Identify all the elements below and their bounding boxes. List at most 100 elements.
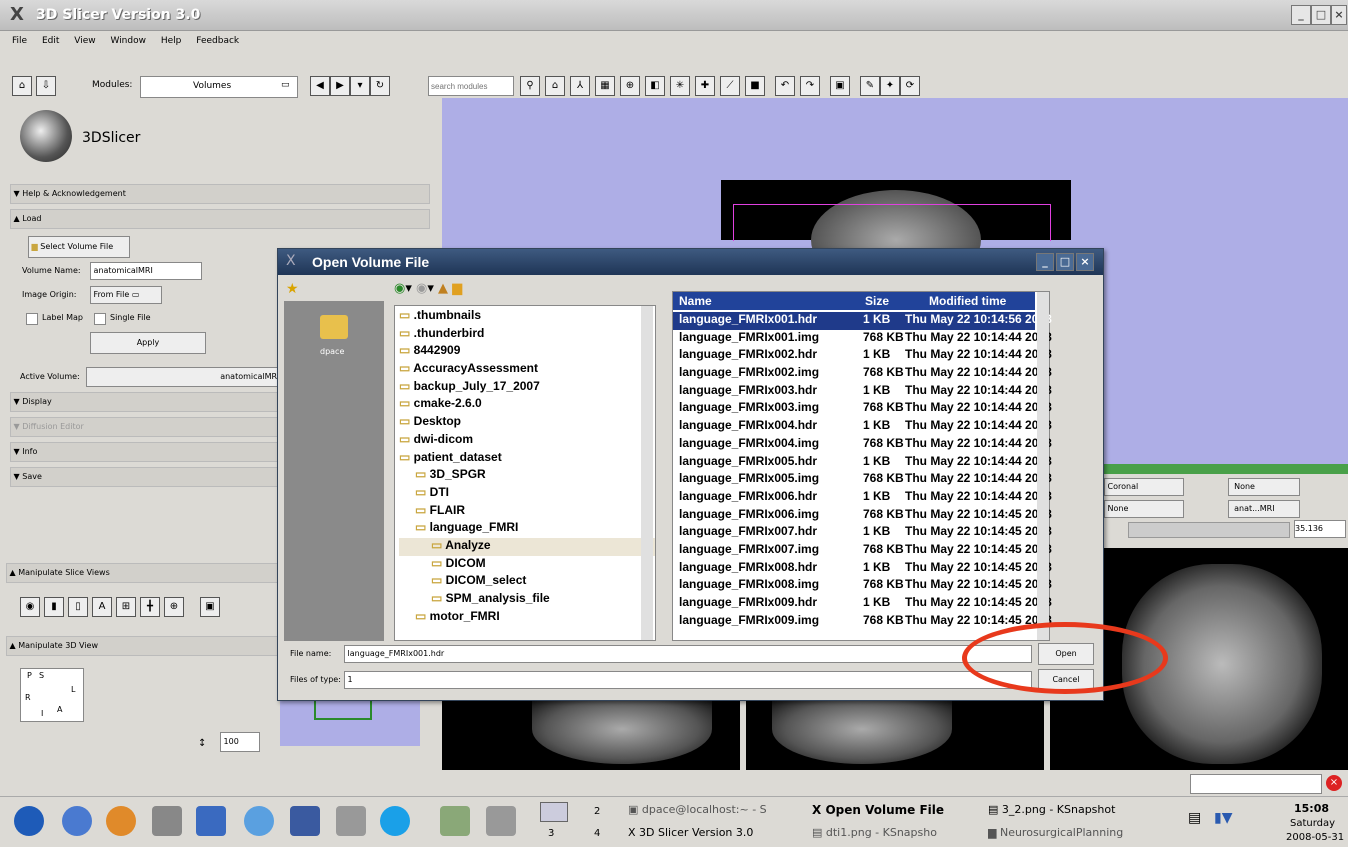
dir-item[interactable]: ▭ backup_July_17_2007 bbox=[399, 379, 655, 397]
dir-item[interactable]: ▭ dwi-dicom bbox=[399, 432, 655, 450]
single-file-checkbox[interactable] bbox=[94, 313, 106, 325]
editor-icon[interactable]: ✚ bbox=[695, 76, 715, 96]
firefox-icon[interactable] bbox=[106, 806, 136, 836]
dir-item[interactable]: ▭ Desktop bbox=[399, 414, 655, 432]
dir-item[interactable]: ▭ motor_FMRI bbox=[399, 609, 655, 627]
slice-green-icon[interactable]: ▯ bbox=[68, 597, 88, 617]
minimize-button[interactable]: _ bbox=[1291, 5, 1311, 25]
file-row[interactable]: language_FMRIx008.hdr 1 KB Thu May 22 10:1… bbox=[673, 560, 1052, 578]
file-row[interactable]: language_FMRIx001.img 768 KB Thu May 22 10… bbox=[673, 330, 1052, 348]
menu-help[interactable]: Help bbox=[161, 36, 182, 46]
file-row[interactable]: language_FMRIx004.img 768 KB Thu May 22 10… bbox=[673, 436, 1052, 454]
dir-item[interactable]: ▭ SPM_analysis_file bbox=[399, 591, 655, 609]
slice-spacing-icon[interactable]: ⊕ bbox=[164, 597, 184, 617]
file-row[interactable]: language_FMRIx002.hdr 1 KB Thu May 22 10:1… bbox=[673, 347, 1052, 365]
dir-item[interactable]: ▭ 3D_SPGR bbox=[399, 467, 655, 485]
file-row[interactable]: language_FMRIx009.hdr 1 KB Thu May 22 10:1… bbox=[673, 595, 1052, 613]
measure-icon[interactable]: ⟋ bbox=[720, 76, 740, 96]
dir-item[interactable]: ▭ patient_dataset bbox=[399, 450, 655, 468]
task-terminal[interactable]: ▣ dpace@localhost:~ - S bbox=[628, 803, 808, 821]
prev-module-button[interactable]: ◀ bbox=[310, 76, 330, 96]
next-module-button[interactable]: ▶ bbox=[330, 76, 350, 96]
network-icon[interactable]: ▮▼ bbox=[1214, 810, 1250, 830]
filename-input[interactable]: language_FMRIx001.hdr bbox=[344, 645, 1032, 663]
slice-slider[interactable] bbox=[1128, 522, 1290, 538]
task-slicer[interactable]: X 3D Slicer Version 3.0 bbox=[628, 826, 808, 844]
bookmark-star-icon[interactable]: ★ bbox=[286, 281, 299, 297]
slice-link-icon[interactable]: ▣ bbox=[200, 597, 220, 617]
rotate-view-icon[interactable]: ⟳ bbox=[900, 76, 920, 96]
volumes-icon[interactable]: ▦ bbox=[595, 76, 615, 96]
file-row[interactable]: language_FMRIx008.img 768 KB Thu May 22 10… bbox=[673, 577, 1052, 595]
module-history-button[interactable]: ▾ bbox=[350, 76, 370, 96]
file-row[interactable]: language_FMRIx007.hdr 1 KB Thu May 22 10:1… bbox=[673, 524, 1052, 542]
dir-item[interactable]: ▭ cmake-2.6.0 bbox=[399, 396, 655, 414]
task-dti[interactable]: ▤ dti1.png - KSnapsho bbox=[812, 826, 988, 844]
home-icon[interactable]: ⌂ bbox=[12, 76, 32, 96]
label-map-checkbox[interactable] bbox=[26, 313, 38, 325]
bookmark-dpace[interactable]: dpace bbox=[320, 347, 344, 356]
file-row[interactable]: language_FMRIx004.hdr 1 KB Thu May 22 10:1… bbox=[673, 418, 1052, 436]
fiducial-place-icon[interactable]: ✎ bbox=[860, 76, 880, 96]
menu-window[interactable]: Window bbox=[110, 36, 146, 46]
clock-time[interactable]: 15:08 bbox=[1294, 802, 1329, 815]
settings-icon[interactable] bbox=[336, 806, 366, 836]
filetype-select[interactable]: 1 bbox=[344, 671, 1032, 689]
close-button[interactable]: × bbox=[1331, 5, 1347, 25]
file-row[interactable]: language_FMRIx007.img 768 KB Thu May 22 10… bbox=[673, 542, 1052, 560]
dir-item[interactable]: ▭ 8442909 bbox=[399, 343, 655, 361]
colors-icon[interactable]: ■ bbox=[745, 76, 765, 96]
file-row[interactable]: language_FMRIx005.img 768 KB Thu May 22 10… bbox=[673, 471, 1052, 489]
home-folder-icon[interactable] bbox=[440, 806, 470, 836]
bg-select[interactable]: anat...MRI bbox=[1228, 500, 1300, 518]
new-folder-icon[interactable]: ▆ bbox=[452, 281, 462, 296]
load-section-header[interactable]: ▲ Load bbox=[10, 209, 430, 229]
menu-edit[interactable]: Edit bbox=[42, 36, 59, 46]
models-icon[interactable]: ⊕ bbox=[620, 76, 640, 96]
zoom-input[interactable]: 100 bbox=[220, 732, 260, 752]
fedora-icon[interactable] bbox=[14, 806, 44, 836]
redo-icon[interactable]: ↷ bbox=[800, 76, 820, 96]
file-row[interactable]: language_FMRIx003.img 768 KB Thu May 22 10… bbox=[673, 400, 1052, 418]
orientation-select[interactable]: Coronal bbox=[1104, 478, 1184, 496]
slice-annotate-icon[interactable]: A bbox=[92, 597, 112, 617]
maximize-button[interactable]: □ bbox=[1311, 5, 1331, 25]
file-row[interactable]: language_FMRIx006.img 768 KB Thu May 22 10… bbox=[673, 507, 1052, 525]
dir-item[interactable]: ▭ DTI bbox=[399, 485, 655, 503]
image-origin-select[interactable]: From File ▭ bbox=[90, 286, 162, 304]
forward-icon[interactable]: ◉ bbox=[416, 281, 427, 296]
pick-icon[interactable]: ✦ bbox=[880, 76, 900, 96]
desktop-3[interactable]: 3 bbox=[548, 828, 554, 839]
volume-name-input[interactable]: anatomicalMRI bbox=[90, 262, 202, 280]
files-icon[interactable] bbox=[196, 806, 226, 836]
dir-item[interactable]: ▭ DICOM bbox=[399, 556, 655, 574]
transforms-icon[interactable]: ◧ bbox=[645, 76, 665, 96]
desktop-2[interactable]: 2 bbox=[594, 806, 600, 817]
task-ksnapshot[interactable]: ▤ 3_2.png - KSnapshot bbox=[988, 803, 1158, 821]
clipboard-icon[interactable]: ▤ bbox=[1188, 810, 1206, 830]
file-scrollbar[interactable] bbox=[1037, 292, 1049, 640]
menu-view[interactable]: View bbox=[74, 36, 95, 46]
dir-item[interactable]: ▭ .thumbnails bbox=[399, 308, 655, 326]
col-modified[interactable]: Modified time bbox=[929, 292, 1006, 310]
label-select[interactable]: None bbox=[1104, 500, 1184, 518]
layout-icon[interactable]: ▣ bbox=[830, 76, 850, 96]
back-icon[interactable]: ◉ bbox=[394, 281, 405, 296]
desktop-4[interactable]: 4 bbox=[594, 828, 600, 839]
slice-cross-icon[interactable]: ╋ bbox=[140, 597, 160, 617]
forward-dropdown-icon[interactable]: ▾ bbox=[427, 281, 434, 296]
dialog-close-button[interactable]: × bbox=[1076, 253, 1094, 271]
back-dropdown-icon[interactable]: ▾ bbox=[405, 281, 412, 296]
search-input[interactable] bbox=[428, 76, 514, 96]
dir-item[interactable]: ▭ FLAIR bbox=[399, 503, 655, 521]
fg-select[interactable]: None bbox=[1228, 478, 1300, 496]
dialog-maximize-button[interactable]: □ bbox=[1056, 253, 1074, 271]
desktop-1[interactable] bbox=[540, 802, 568, 822]
slice-grid-icon[interactable]: ⊞ bbox=[116, 597, 136, 617]
slice-layout-icon[interactable]: ▮ bbox=[44, 597, 64, 617]
dialog-minimize-button[interactable]: _ bbox=[1036, 253, 1054, 271]
task-neurosurgical[interactable]: ▆ NeurosurgicalPlanning bbox=[988, 826, 1168, 844]
dir-item[interactable]: ▭ .thunderbird bbox=[399, 326, 655, 344]
home-view-icon[interactable]: ⌂ bbox=[545, 76, 565, 96]
file-row[interactable]: language_FMRIx001.hdr 1 KB Thu May 22 10:1… bbox=[673, 312, 1052, 330]
